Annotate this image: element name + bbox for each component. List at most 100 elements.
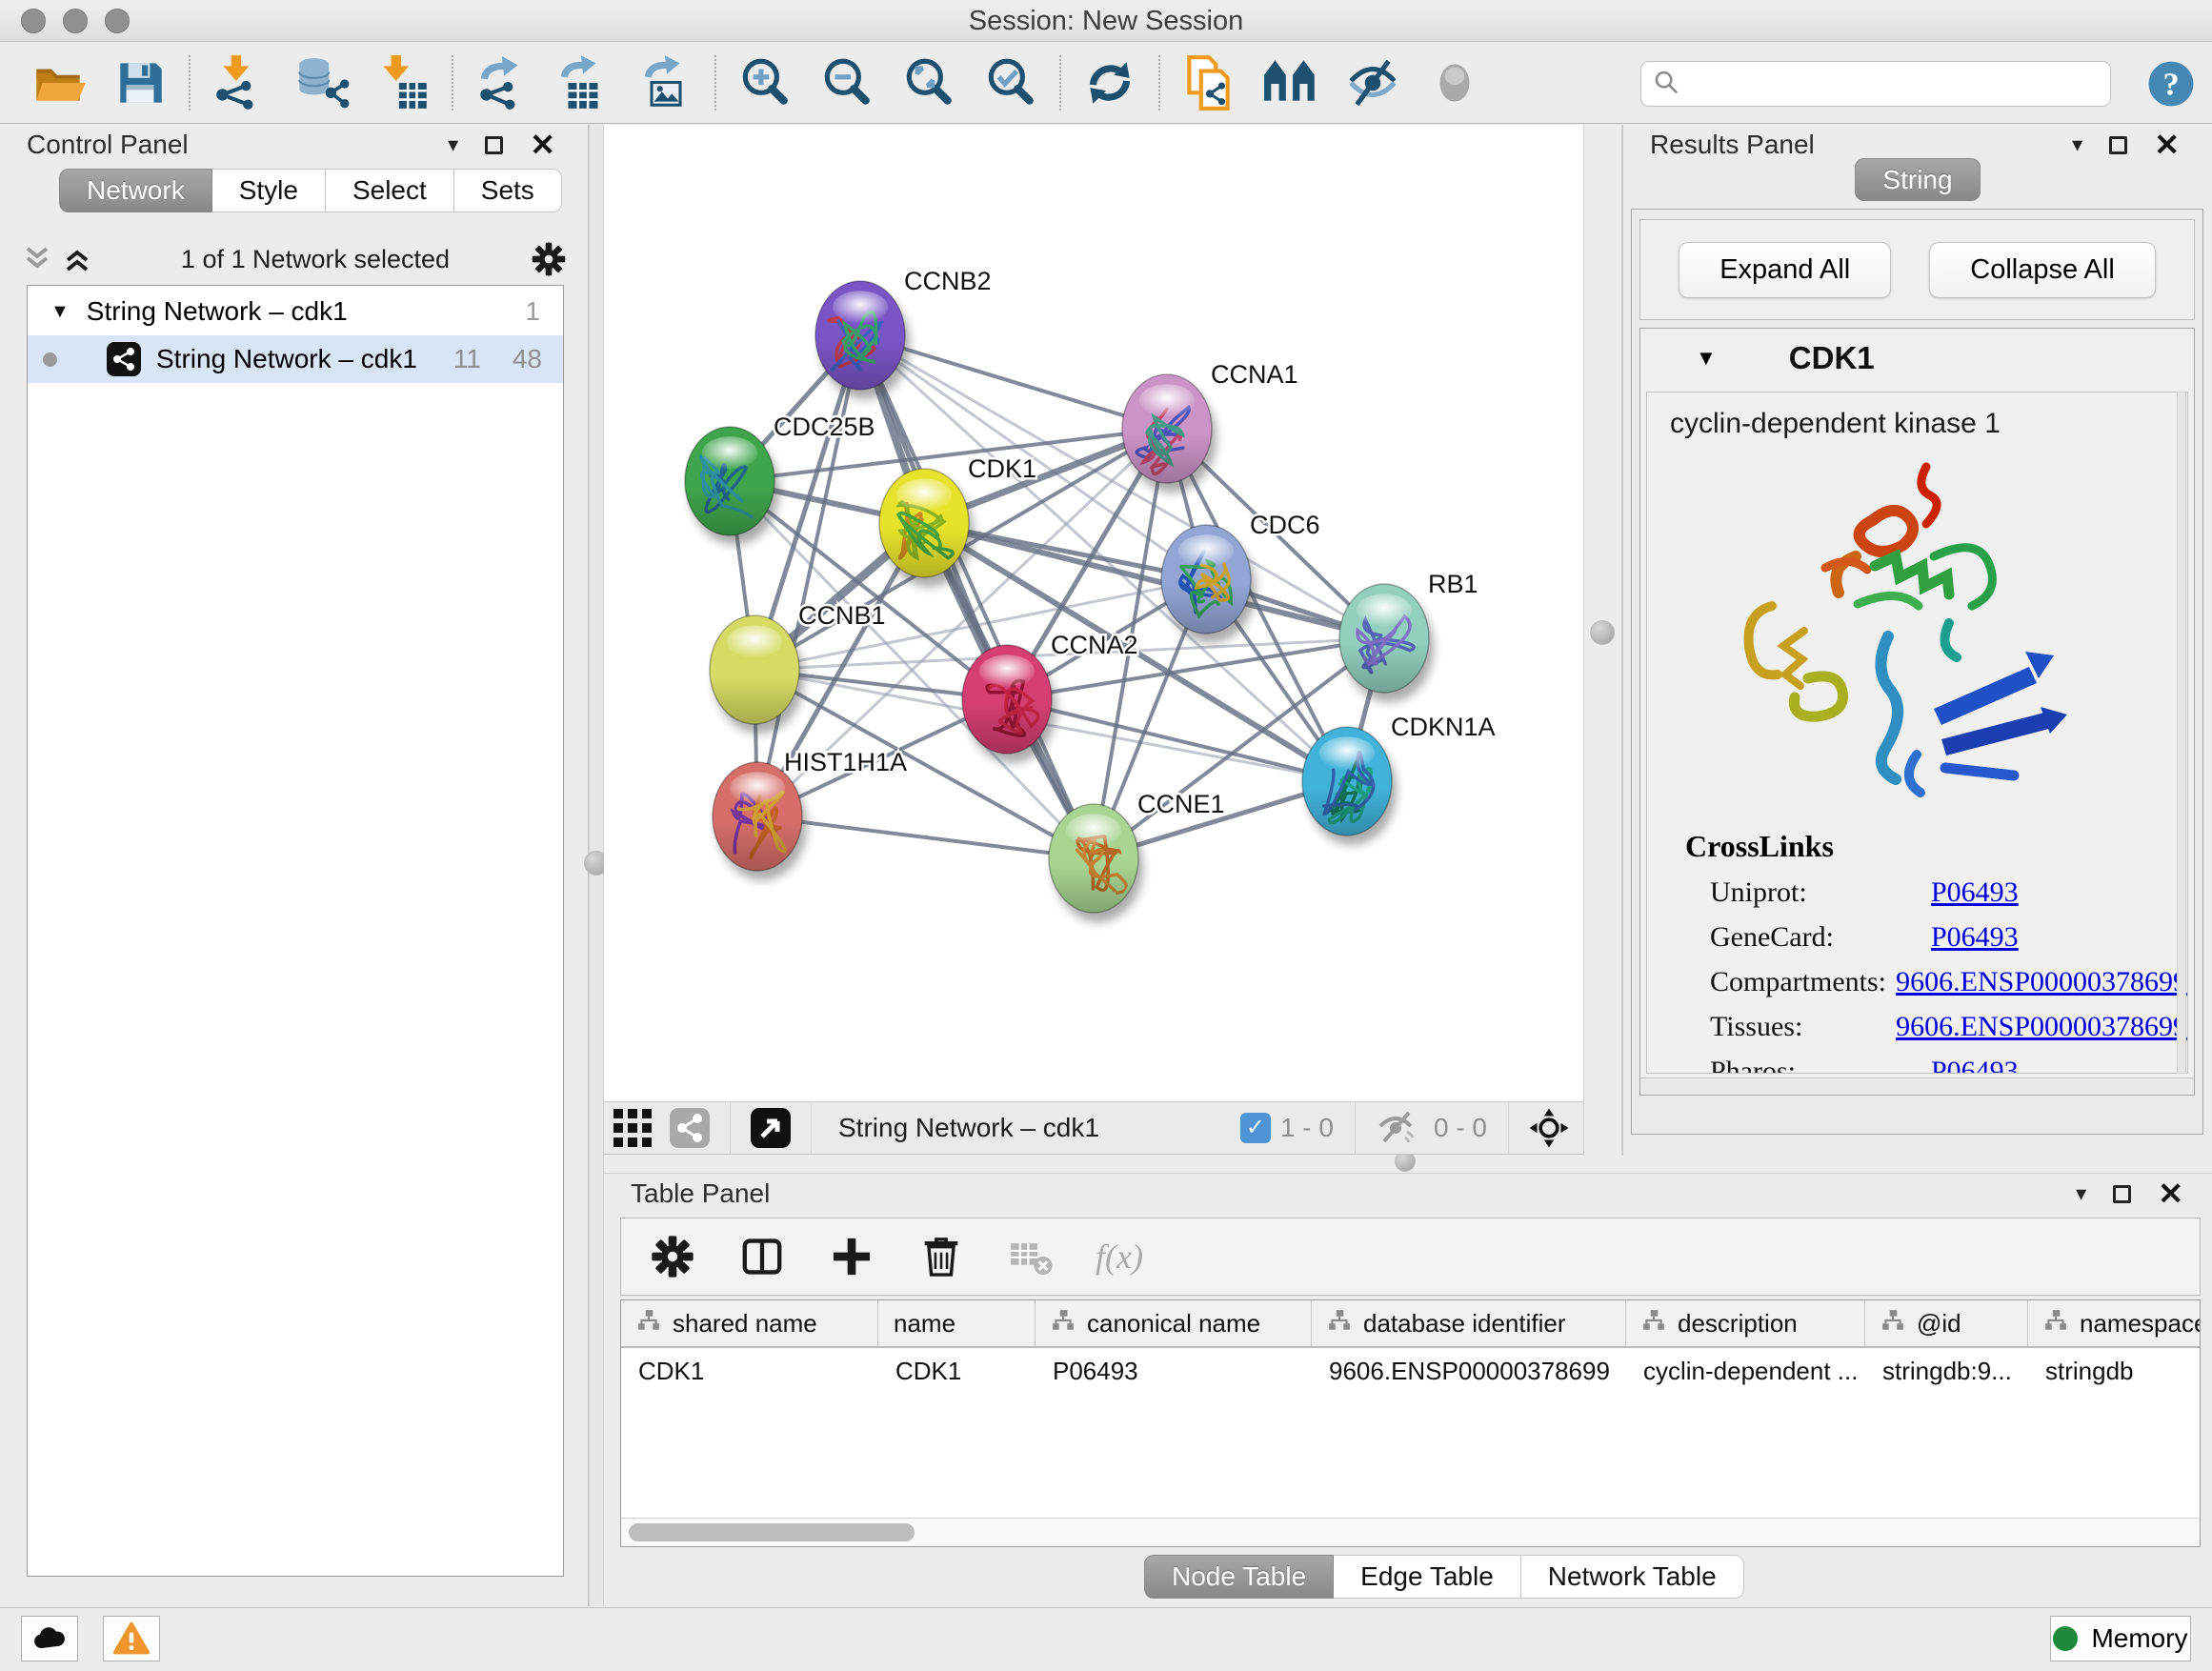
panel-menu-icon[interactable]: ▾: [448, 134, 458, 155]
save-session-button[interactable]: [99, 49, 181, 117]
tab-sets[interactable]: Sets: [454, 169, 562, 212]
search-input[interactable]: [1683, 65, 2101, 103]
left-splitter[interactable]: [589, 125, 604, 1606]
tree-column-icon: [1641, 1308, 1666, 1339]
zoom-fit-button[interactable]: [888, 49, 970, 117]
warnings-button[interactable]: [103, 1616, 160, 1661]
delete-column-button[interactable]: [916, 1232, 966, 1281]
tab-string[interactable]: String: [1855, 158, 1980, 201]
collapse-all-icon[interactable]: [21, 245, 53, 273]
tab-network[interactable]: Network: [59, 169, 212, 212]
network-canvas[interactable]: CCNB2CCNA1CDC25BCDK1CDC6RB1CCNB1CCNA2CDK…: [604, 125, 1583, 1101]
search-icon: [1651, 68, 1683, 100]
show-hide-button[interactable]: [1332, 49, 1414, 117]
add-column-button[interactable]: [827, 1232, 876, 1281]
panel-menu-icon[interactable]: ▾: [2076, 1183, 2086, 1204]
network-node-CDKN1A[interactable]: CDKN1A: [1302, 713, 1496, 845]
network-selection-status-row: 1 of 1 Network selected: [21, 237, 568, 281]
network-node-CCNE1[interactable]: CCNE1: [1049, 790, 1225, 922]
import-network-button[interactable]: [198, 49, 280, 117]
inactive-eye-button[interactable]: [1414, 49, 1496, 117]
collapse-all-button[interactable]: Collapse All: [1929, 242, 2156, 298]
export-network-button[interactable]: [461, 49, 543, 117]
tree-expander-icon[interactable]: ▼: [50, 301, 70, 323]
memory-button[interactable]: Memory: [2050, 1616, 2191, 1661]
results-scrollbar[interactable]: [2177, 392, 2186, 1074]
import-table-button[interactable]: [362, 49, 444, 117]
network-node-CCNB2[interactable]: CCNB2: [815, 267, 992, 399]
cloud-status-button[interactable]: [21, 1616, 78, 1661]
horizontal-splitter[interactable]: [604, 1156, 2212, 1173]
network-view-button[interactable]: [669, 1107, 711, 1149]
network-node-CDC6[interactable]: CDC6: [1161, 511, 1320, 643]
section-expander-icon[interactable]: ▼: [1696, 346, 1717, 371]
panel-close-icon[interactable]: ✕: [530, 130, 555, 160]
first-neighbors-button[interactable]: [1250, 49, 1332, 117]
scrollbar-thumb[interactable]: [629, 1523, 915, 1541]
panel-float-icon[interactable]: [485, 136, 503, 154]
column-header-canonical-name[interactable]: canonical name: [1036, 1300, 1312, 1346]
expand-all-icon[interactable]: [61, 245, 93, 273]
results-hscrollbar[interactable]: [1640, 1077, 2194, 1095]
panel-float-icon[interactable]: [2113, 1185, 2131, 1203]
column-header-namespace[interactable]: namespace: [2028, 1300, 2201, 1346]
birdseye-view-button[interactable]: [750, 1107, 792, 1149]
tab-node-table[interactable]: Node Table: [1144, 1555, 1334, 1599]
show-columns-button[interactable]: [737, 1232, 787, 1281]
panel-close-icon[interactable]: ✕: [2158, 1178, 2183, 1209]
column-header-@id[interactable]: @id: [1865, 1300, 2028, 1346]
table-panel: Table Panel ▾ ✕ f(x): [604, 1173, 2212, 1606]
table-hscrollbar[interactable]: [621, 1518, 2200, 1546]
zoom-out-button[interactable]: [806, 49, 888, 117]
column-header-name[interactable]: name: [878, 1300, 1036, 1346]
network-node-CCNB1[interactable]: CCNB1: [710, 601, 886, 734]
panel-close-icon[interactable]: ✕: [2154, 130, 2180, 160]
network-node-CDC25B[interactable]: CDC25B: [685, 413, 875, 545]
right-splitter[interactable]: [1583, 125, 1622, 1156]
function-builder-icon[interactable]: f(x): [1096, 1237, 1143, 1277]
network-edge[interactable]: [757, 335, 860, 816]
expand-all-button[interactable]: Expand All: [1679, 242, 1891, 298]
table-options-button[interactable]: [648, 1232, 697, 1281]
tab-network-table[interactable]: Network Table: [1521, 1555, 1744, 1599]
selected-checkbox[interactable]: ✓: [1240, 1113, 1271, 1143]
export-table-button[interactable]: [543, 49, 625, 117]
right-splitter-handle[interactable]: [1590, 620, 1615, 645]
open-file-button[interactable]: [17, 49, 99, 117]
zoom-selected-button[interactable]: [970, 49, 1052, 117]
panel-float-icon[interactable]: [2109, 136, 2127, 154]
crosslink-link[interactable]: 9606.ENSP00000378699: [1896, 966, 2187, 998]
column-header-database-identifier[interactable]: database identifier: [1312, 1300, 1626, 1346]
network-options-button[interactable]: [530, 240, 568, 278]
network-node-HIST1H1A[interactable]: HIST1H1A: [713, 748, 907, 880]
svg-text:?: ?: [2162, 68, 2179, 103]
help-button[interactable]: ?: [2145, 58, 2197, 110]
fit-content-button[interactable]: [1528, 1107, 1570, 1149]
gene-section-header[interactable]: ▼ CDK1: [1640, 329, 2194, 388]
column-header-shared-name[interactable]: shared name: [621, 1300, 878, 1346]
network-row[interactable]: String Network – cdk1 11 48: [28, 335, 563, 383]
network-node-RB1[interactable]: RB1: [1339, 570, 1478, 702]
delete-table-button[interactable]: [1006, 1232, 1056, 1281]
toolbar-separator: [452, 55, 453, 111]
panel-menu-icon[interactable]: ▾: [2072, 134, 2082, 155]
crosslink-link[interactable]: P06493: [1931, 1056, 2019, 1074]
import-database-button[interactable]: [280, 49, 362, 117]
network-edge[interactable]: [860, 335, 1094, 858]
export-image-button[interactable]: [625, 49, 707, 117]
tab-style[interactable]: Style: [212, 169, 326, 212]
table-row[interactable]: CDK1CDK1P064939606.ENSP00000378699cyclin…: [621, 1348, 2200, 1394]
column-header-description[interactable]: description: [1626, 1300, 1865, 1346]
grid-view-button[interactable]: [612, 1107, 654, 1149]
network-edge[interactable]: [757, 816, 1094, 858]
refresh-button[interactable]: [1069, 49, 1151, 117]
tab-edge-table[interactable]: Edge Table: [1334, 1555, 1521, 1599]
crosslink-link[interactable]: P06493: [1931, 921, 2019, 954]
network-edge[interactable]: [1007, 699, 1347, 781]
network-collection-row[interactable]: ▼ String Network – cdk1 1: [28, 288, 563, 335]
crosslink-link[interactable]: 9606.ENSP00000378699: [1896, 1011, 2187, 1043]
zoom-in-button[interactable]: [724, 49, 806, 117]
clone-network-button[interactable]: [1168, 49, 1250, 117]
crosslink-link[interactable]: P06493: [1931, 876, 2019, 909]
tab-select[interactable]: Select: [326, 169, 454, 212]
